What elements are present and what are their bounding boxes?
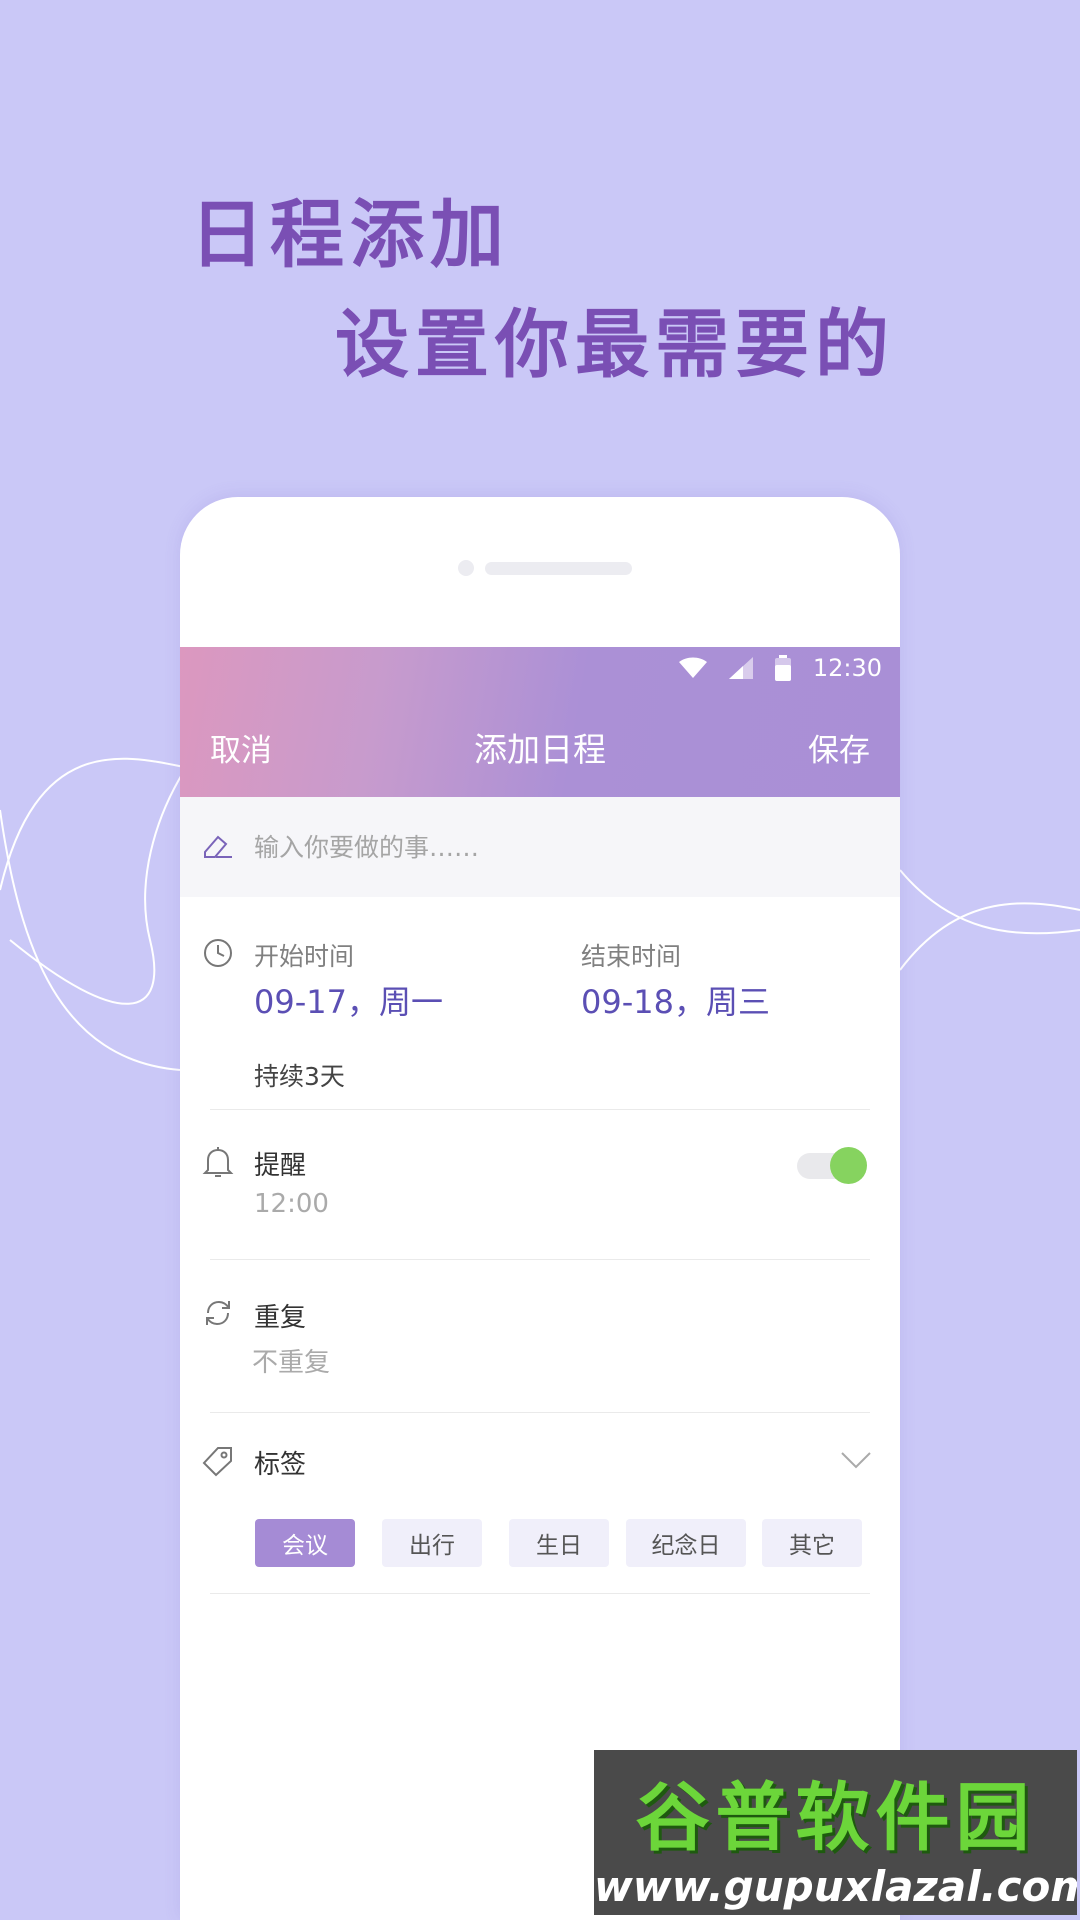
toggle-knob — [830, 1147, 867, 1184]
watermark-url: www.gupuxlazal.com — [594, 1862, 1077, 1911]
tag-chip-birthday[interactable]: 生日 — [509, 1519, 609, 1567]
duration-text: 持续3天 — [254, 1062, 345, 1091]
page-title: 添加日程 — [474, 730, 606, 769]
tags-label: 标签 — [254, 1450, 307, 1480]
tag-chip-meeting[interactable]: 会议 — [255, 1519, 355, 1567]
tag-chip-other[interactable]: 其它 — [762, 1519, 862, 1567]
tag-chip-anniversary[interactable]: 纪念日 — [626, 1519, 746, 1567]
divider — [210, 1109, 870, 1110]
reminder-time[interactable]: 12:00 — [254, 1189, 329, 1219]
reminder-label: 提醒 — [254, 1151, 307, 1181]
clock-icon — [204, 939, 232, 967]
promo-title: 日程添加 — [190, 192, 510, 278]
watermark-title: 谷普软件园 — [635, 1775, 1036, 1861]
reminder-toggle[interactable] — [797, 1147, 867, 1184]
divider — [210, 1593, 870, 1594]
status-time: 12:30 — [812, 654, 882, 682]
divider — [210, 1259, 870, 1260]
phone-camera — [458, 560, 474, 576]
edit-icon — [204, 835, 232, 858]
repeat-label: 重复 — [254, 1303, 307, 1333]
end-time-value[interactable]: 09-18，周三 — [581, 977, 770, 1023]
start-time-label: 开始时间 — [254, 942, 355, 971]
app-header: 12:30 取消 添加日程 保存 — [180, 647, 900, 797]
phone-speaker — [485, 562, 632, 575]
tag-chip-travel[interactable]: 出行 — [382, 1519, 482, 1567]
start-time-value[interactable]: 09-17，周一 — [254, 977, 443, 1023]
repeat-icon — [206, 1300, 230, 1326]
repeat-value[interactable]: 不重复 — [252, 1342, 330, 1379]
bell-icon — [202, 1147, 234, 1177]
task-input[interactable] — [254, 827, 854, 867]
watermark-logo: 谷普软件园 www.gupuxlazal.com — [594, 1750, 1077, 1915]
promo-subtitle: 设置你最需要的 — [335, 302, 895, 388]
chevron-down-icon[interactable] — [840, 1449, 872, 1471]
status-bar: 12:30 — [678, 647, 882, 689]
divider — [210, 1412, 870, 1413]
wifi-icon — [678, 657, 707, 678]
save-button[interactable]: 保存 — [808, 725, 870, 770]
signal-icon — [728, 657, 753, 679]
tag-icon — [202, 1447, 232, 1477]
battery-icon — [774, 655, 791, 681]
task-row — [180, 797, 900, 897]
end-time-label: 结束时间 — [581, 942, 682, 971]
phone-mockup: 12:30 取消 添加日程 保存 开始时间 09-17，周一 结束时间 09-1… — [180, 497, 900, 1920]
